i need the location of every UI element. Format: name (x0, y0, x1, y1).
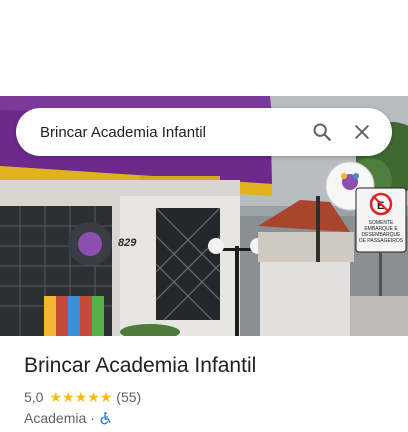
rating-row[interactable]: 5,0 ★ ★ ★ ★ ★ (55) (24, 389, 141, 405)
star-icon: ★ (99, 389, 113, 405)
rating-value: 5,0 (24, 389, 44, 405)
star-icon: ★ (87, 389, 100, 405)
clear-search-button[interactable] (342, 112, 382, 152)
star-rating: ★ ★ ★ ★ ★ (49, 390, 112, 404)
review-count[interactable]: (55) (116, 389, 141, 405)
star-icon: ★ (49, 389, 63, 405)
search-icon (313, 123, 331, 141)
search-bar[interactable]: Brincar Academia Infantil (16, 108, 392, 156)
star-icon: ★ (74, 389, 88, 405)
place-title[interactable]: Brincar Academia Infantil (24, 354, 256, 378)
place-category: Academia (24, 410, 87, 426)
star-icon: ★ (62, 389, 75, 405)
house-number: 829 (118, 237, 137, 249)
search-input[interactable]: Brincar Academia Infantil (40, 124, 302, 141)
search-button[interactable] (302, 112, 342, 152)
category-row: Academia · (24, 410, 112, 426)
close-icon (355, 125, 369, 139)
separator: · (90, 410, 95, 426)
wheelchair-icon (100, 412, 111, 425)
